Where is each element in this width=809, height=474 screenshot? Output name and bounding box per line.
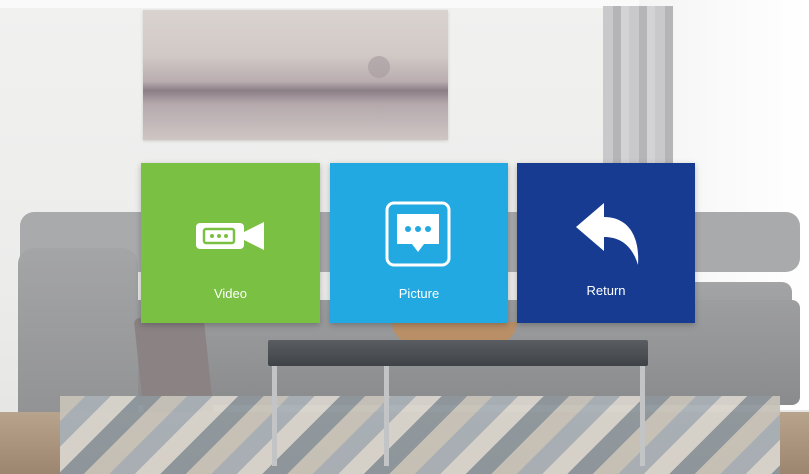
return-tile[interactable]: Return: [517, 163, 695, 323]
video-camera-icon: [196, 222, 264, 250]
table-leg: [640, 366, 645, 466]
video-label: Video: [213, 286, 247, 301]
picture-message-icon: [385, 201, 451, 267]
picture-label: Picture: [398, 286, 440, 301]
rug: [60, 396, 780, 474]
return-label: Return: [586, 283, 626, 298]
picture-tile[interactable]: Picture: [330, 163, 508, 323]
return-arrow-icon: [576, 203, 639, 265]
video-tile[interactable]: Video: [141, 163, 320, 323]
coffee-table: [268, 340, 648, 366]
wall-painting: [143, 10, 448, 140]
table-leg: [384, 366, 389, 466]
table-leg: [272, 366, 277, 466]
painting-detail: [368, 56, 390, 78]
